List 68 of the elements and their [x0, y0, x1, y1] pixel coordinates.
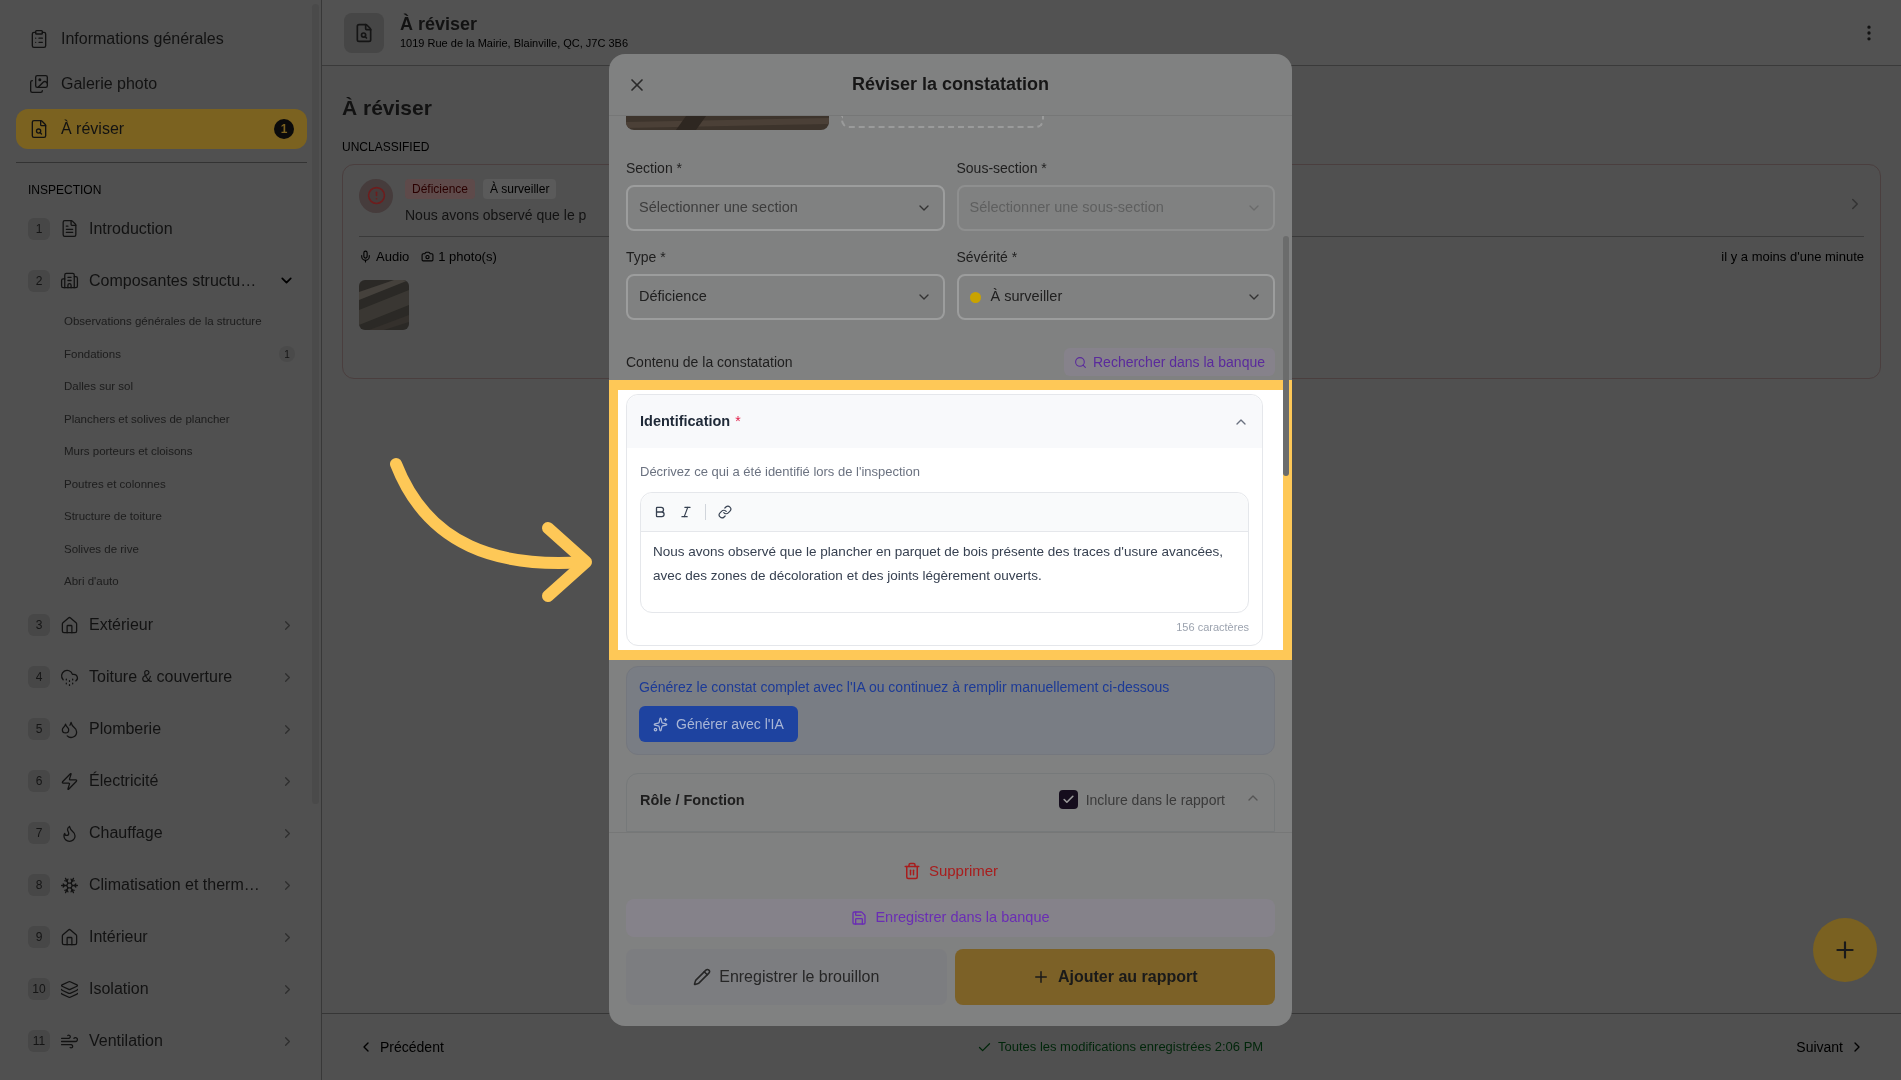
italic-icon[interactable]: [679, 504, 693, 519]
file-search-icon: [354, 22, 374, 43]
lightning-icon: [60, 771, 79, 791]
sparkles-icon: [653, 716, 668, 732]
checkbox-label: Inclure dans le rapport: [1085, 791, 1225, 810]
include-checkbox[interactable]: [1058, 790, 1078, 809]
microphone-icon: [359, 249, 372, 263]
snowflake-icon: [60, 875, 79, 895]
page-title: À réviser: [400, 13, 479, 36]
field-label: Sévérité *: [956, 248, 1019, 267]
select-field[interactable]: Déficience: [626, 274, 945, 320]
house-icon: [60, 615, 79, 635]
section-title: À réviser: [342, 95, 432, 121]
search-bank-button[interactable]: Rechercher dans la banque: [1064, 348, 1275, 376]
scrollbar[interactable]: [1283, 236, 1289, 476]
count-badge: 1: [274, 118, 294, 139]
save-to-bank-button[interactable]: Enregistrer dans la banque: [626, 899, 1275, 937]
audio-label: Audio: [376, 247, 410, 266]
section-heading: INSPECTION: [27, 181, 102, 199]
text-editor[interactable]: Nous avons observé que le plancher en parquet de bois présente des traces d'usure avancées, avec des zones de décoloration et des joints légèrement ouverts.: [640, 491, 1249, 613]
clipboard-icon: [29, 28, 49, 49]
address-text: 1019 Rue de la Mairie, Blainville, QC, J7C 3B6: [400, 36, 629, 52]
finding-text: Nous avons observé que le p: [405, 205, 587, 225]
link-icon[interactable]: [718, 504, 732, 519]
field-label: Sous-section *: [956, 159, 1048, 178]
search-icon: [1074, 355, 1087, 369]
droplets-icon: [60, 719, 79, 739]
save-draft-button[interactable]: Enregistrer le brouillon: [626, 949, 947, 1005]
bold-icon[interactable]: [653, 504, 667, 519]
photo-count: 1 photo(s): [438, 247, 497, 266]
sidebar-item[interactable]: Informations générales: [16, 19, 307, 59]
content-label: Contenu de la constatation: [626, 352, 793, 372]
camera-icon: [421, 249, 435, 263]
file-search-icon: [29, 118, 49, 139]
group-label: UNCLASSIFIED: [342, 138, 430, 156]
save-status: Toutes les modifications enregistrées 2:06 PM: [997, 1038, 1264, 1057]
house-icon: [60, 927, 79, 947]
sidebar-item[interactable]: À réviser 1: [16, 108, 307, 149]
description-text: Nous avons observé que le plancher en parquet de bois présente des traces d'usure avancées, avec des zones de décoloration et des joints légèrement ouverts.: [652, 542, 1224, 585]
card-title: Identification: [640, 411, 731, 431]
required-mark: *: [735, 412, 741, 431]
document-icon: [60, 219, 79, 238]
images-icon: [29, 73, 49, 94]
delete-button[interactable]: Supprimer: [902, 857, 999, 885]
layers-icon: [60, 979, 79, 999]
flame-icon: [60, 823, 79, 843]
select-field[interactable]: Sélectionner une section: [626, 185, 945, 231]
timestamp: il y a moins d'une minute: [1721, 247, 1864, 266]
field-label: Type *: [626, 248, 667, 267]
add-to-report-button[interactable]: Ajouter au rapport: [954, 949, 1275, 1005]
character-count: 156 caractères: [1176, 619, 1249, 635]
tag: Déficience: [405, 178, 476, 199]
field-hint: Décrivez ce qui a été identifié lors de l'inspection: [640, 463, 921, 481]
building-icon: [60, 271, 79, 290]
sidebar-item[interactable]: Galerie photo: [16, 63, 307, 104]
card-title: Rôle / Fonction: [640, 791, 746, 810]
generate-ai-button[interactable]: Générer avec l'IA: [639, 706, 798, 742]
select-field[interactable]: À surveiller: [956, 274, 1275, 320]
pencil-icon: [693, 968, 712, 986]
tag: À surveiller: [483, 178, 557, 199]
cloud-rain-icon: [60, 667, 79, 687]
previous-button[interactable]: Précédent: [358, 1036, 444, 1058]
next-button[interactable]: Suivant: [1796, 1036, 1865, 1058]
alert-icon: [359, 178, 393, 213]
trash-icon: [902, 862, 921, 880]
field-label: Section *: [626, 159, 684, 178]
ai-hint-text: Générez le constat complet avec l'IA ou continuez à remplir manuellement ci-dessous: [639, 678, 1170, 697]
dialog-title: Réviser la constatation: [851, 73, 1050, 96]
